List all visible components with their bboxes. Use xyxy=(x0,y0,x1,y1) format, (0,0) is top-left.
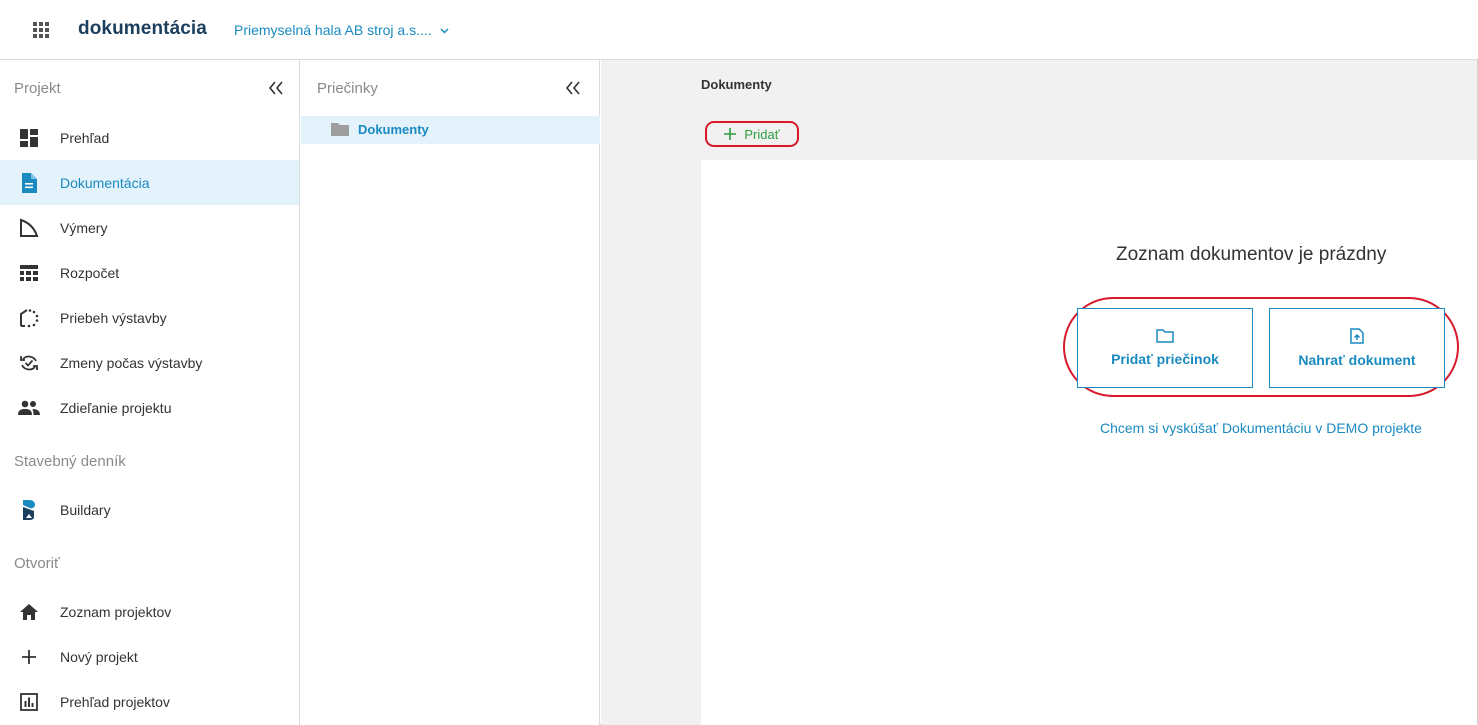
top-bar: dokumentácia Priemyselná hala AB stroj a… xyxy=(0,0,1478,60)
add-button-label: Pridať xyxy=(744,126,780,142)
home-icon xyxy=(18,601,40,623)
upload-file-icon xyxy=(1350,328,1364,344)
section-title-diary: Stavebný denník xyxy=(14,453,126,470)
sidebar-item-project-sharing[interactable]: Zdieľanie projektu xyxy=(0,385,299,430)
buildary-logo-icon xyxy=(18,499,40,521)
page-title: Dokumenty xyxy=(701,77,772,92)
sidebar-item-construction-progress[interactable]: Priebeh výstavby xyxy=(0,295,299,340)
sidebar-item-buildary[interactable]: Buildary xyxy=(0,487,299,532)
folders-panel: Priečinky Dokumenty xyxy=(300,60,600,725)
add-folder-label: Pridať priečinok xyxy=(1111,351,1219,367)
sidebar-item-project-list[interactable]: Zoznam projektov xyxy=(0,589,299,634)
upload-document-button[interactable]: Nahrať dokument xyxy=(1269,308,1445,388)
folder-outline-icon xyxy=(1156,329,1174,343)
budget-icon xyxy=(18,262,40,284)
app-title: dokumentácia xyxy=(78,18,207,39)
sidebar-item-new-project[interactable]: Nový projekt xyxy=(0,634,299,679)
collapse-folders-icon[interactable] xyxy=(565,81,581,100)
add-button[interactable]: Pridať xyxy=(705,121,799,147)
sidebar-item-overview[interactable]: Prehľad xyxy=(0,115,299,160)
sidebar-item-label: Dokumentácia xyxy=(60,174,150,191)
section-title-project: Projekt xyxy=(14,80,61,97)
sidebar-item-label: Zoznam projektov xyxy=(60,603,172,620)
apps-grid-icon[interactable] xyxy=(33,22,49,38)
dashboard-icon xyxy=(18,127,40,149)
folder-icon xyxy=(331,122,349,141)
sidebar-item-label: Rozpočet xyxy=(60,264,120,281)
sidebar-item-budget[interactable]: Rozpočet xyxy=(0,250,299,295)
demo-project-link[interactable]: Chcem si vyskúšať Dokumentáciu v DEMO pr… xyxy=(1100,420,1422,436)
upload-document-label: Nahrať dokument xyxy=(1298,352,1416,368)
main-area: Dokumenty Pridať Zoznam dokumentov je pr… xyxy=(601,60,1477,725)
sidebar-item-label: Zdieľanie projektu xyxy=(60,399,172,416)
sidebar-item-construction-changes[interactable]: Zmeny počas výstavby xyxy=(0,340,299,385)
sidebar-item-label: Prehľad projektov xyxy=(60,693,170,710)
sidebar-item-documentation[interactable]: Dokumentácia xyxy=(0,160,299,205)
add-folder-button[interactable]: Pridať priečinok xyxy=(1077,308,1253,388)
project-selector[interactable]: Priemyselná hala AB stroj a.s.... xyxy=(234,22,449,38)
folder-item-documents[interactable]: Dokumenty xyxy=(301,116,600,144)
sidebar-item-measurements[interactable]: Výmery xyxy=(0,205,299,250)
people-icon xyxy=(18,397,40,419)
measure-icon xyxy=(18,217,40,239)
sidebar-item-label: Výmery xyxy=(60,219,108,236)
sidebar-item-projects-overview[interactable]: Prehľad projektov xyxy=(0,679,299,724)
section-title-open: Otvoriť xyxy=(14,555,60,572)
sidebar-item-label: Priebeh výstavby xyxy=(60,309,167,326)
progress-icon xyxy=(18,307,40,329)
chart-icon xyxy=(18,691,40,713)
plus-icon xyxy=(18,646,40,668)
empty-state-title: Zoznam dokumentov je prázdny xyxy=(1116,244,1387,265)
chevron-down-icon xyxy=(440,27,449,34)
project-sidebar: Projekt Prehľad Dokumentácia Výmery Rozp… xyxy=(0,60,300,725)
changes-icon xyxy=(18,352,40,374)
collapse-sidebar-icon[interactable] xyxy=(268,81,284,100)
plus-icon xyxy=(724,128,737,140)
sidebar-item-label: Nový projekt xyxy=(60,648,138,665)
folder-label: Dokumenty xyxy=(358,122,429,137)
sidebar-item-label: Prehľad xyxy=(60,129,110,146)
documents-content: Zoznam dokumentov je prázdny Pridať prie… xyxy=(701,160,1477,725)
sidebar-item-label: Buildary xyxy=(60,501,111,518)
sidebar-item-label: Zmeny počas výstavby xyxy=(60,354,203,371)
folders-title: Priečinky xyxy=(317,80,378,97)
project-name: Priemyselná hala AB stroj a.s.... xyxy=(234,22,432,38)
document-icon xyxy=(18,172,40,194)
